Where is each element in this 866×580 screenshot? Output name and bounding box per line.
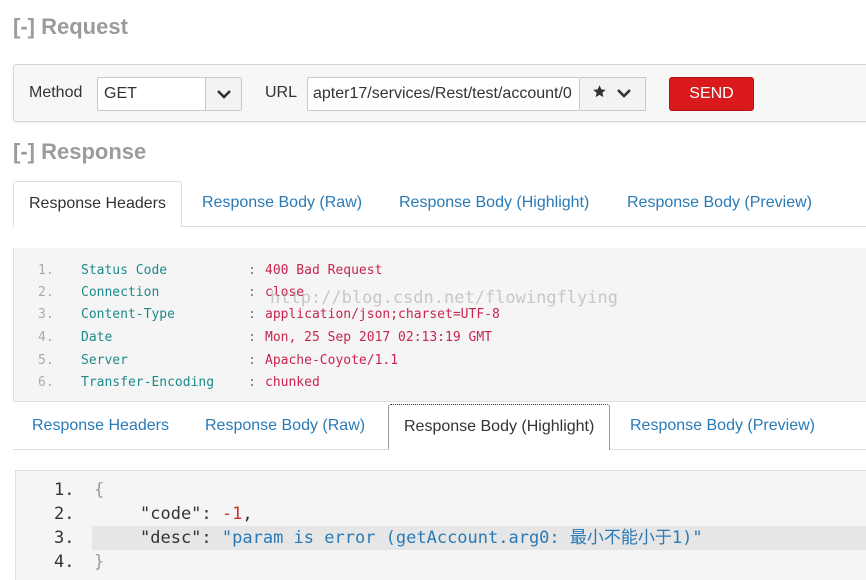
response-body-tabs: Response Headers Response Body (Raw) Res… [13,404,866,450]
line-number: 4. [38,330,54,345]
line-number: 3. [54,528,75,548]
json-comma: , [242,504,253,524]
request-collapse-toggle[interactable]: [-] [13,14,35,39]
method-value: GET [104,85,137,102]
tab-response-headers[interactable]: Response Headers [13,181,182,227]
header-key: Status Code [81,263,168,278]
header-separator: : [248,307,256,322]
chevron-down-icon[interactable] [617,85,631,103]
json-number: -1 [221,504,243,524]
code-content: "code": -1, [140,502,253,526]
url-tools [580,77,646,111]
response-tabs: Response Headers Response Body (Raw) Res… [13,181,866,227]
line-number: 2. [54,504,75,524]
code-line: 1. { [16,478,866,502]
response-headers-panel: 1. Status Code : 400 Bad Request 2. Conn… [13,248,866,402]
response-collapse-toggle[interactable]: [-] [13,139,35,164]
header-separator: : [248,375,256,390]
close-brace: } [94,552,105,572]
header-value: Mon, 25 Sep 2017 02:13:19 GMT [265,330,492,345]
code-content: "desc": "param is error (getAccount.arg0… [140,526,703,550]
chevron-down-icon[interactable] [205,78,241,110]
send-button[interactable]: SEND [669,77,754,111]
header-value: 400 Bad Request [265,263,383,278]
response-body-panel: 1. { 2. "code": -1, 3. "desc": "param is… [15,470,866,580]
json-key: "code" [140,504,202,524]
json-string: "param is error (getAccount.arg0: 最小不能小于… [221,528,703,548]
json-key: "desc" [140,528,202,548]
tab-response-body-preview[interactable]: Response Body (Preview) [615,404,830,450]
code-line-highlighted: 3. "desc": "param is error (getAccount.a… [54,526,866,550]
watermark-text: http://blog.csdn.net/flowingflying [270,288,618,308]
request-bar: Method GET URL apter17/services/Rest/tes… [13,64,866,122]
open-brace: { [94,480,105,500]
code-line: 2. "code": -1, [16,502,866,526]
response-title-text: Response [41,139,147,164]
line-number: 1. [54,480,75,500]
header-key: Date [81,330,113,345]
response-section-title[interactable]: [-] Response [13,139,146,165]
header-key: Transfer-Encoding [81,375,215,390]
line-number: 5. [38,353,54,368]
header-key: Content-Type [81,307,175,322]
request-title-text: Request [41,14,128,39]
tab-response-headers[interactable]: Response Headers [17,404,184,450]
method-select[interactable]: GET [97,77,242,111]
header-key: Server [81,353,128,368]
header-separator: : [248,263,256,278]
method-label: Method [29,84,83,101]
tab-response-body-raw[interactable]: Response Body (Raw) [187,181,377,227]
url-value: apter17/services/Rest/test/account/0 [313,85,572,102]
code-line: 4. } [16,550,866,574]
header-value: application/json;charset=UTF-8 [265,307,500,322]
url-input[interactable]: apter17/services/Rest/test/account/0 [307,77,580,111]
request-section-title[interactable]: [-] Request [13,14,128,40]
line-number: 1. [38,263,54,278]
header-separator: : [248,285,256,300]
header-key: Connection [81,285,160,300]
header-value: chunked [265,375,320,390]
line-number: 6. [38,375,54,390]
star-icon[interactable] [592,84,607,104]
header-value: Apache-Coyote/1.1 [265,353,399,368]
tab-response-body-raw[interactable]: Response Body (Raw) [190,404,380,450]
header-separator: : [248,353,256,368]
line-number: 4. [54,552,75,572]
line-number: 3. [38,307,54,322]
line-number: 2. [38,285,54,300]
tab-response-body-highlight[interactable]: Response Body (Highlight) [388,404,611,450]
tab-response-body-preview[interactable]: Response Body (Preview) [612,181,827,227]
json-colon: : [201,504,222,524]
header-separator: : [248,330,256,345]
json-colon: : [201,528,222,548]
tab-response-body-highlight[interactable]: Response Body (Highlight) [384,181,604,227]
url-label: URL [265,84,298,101]
